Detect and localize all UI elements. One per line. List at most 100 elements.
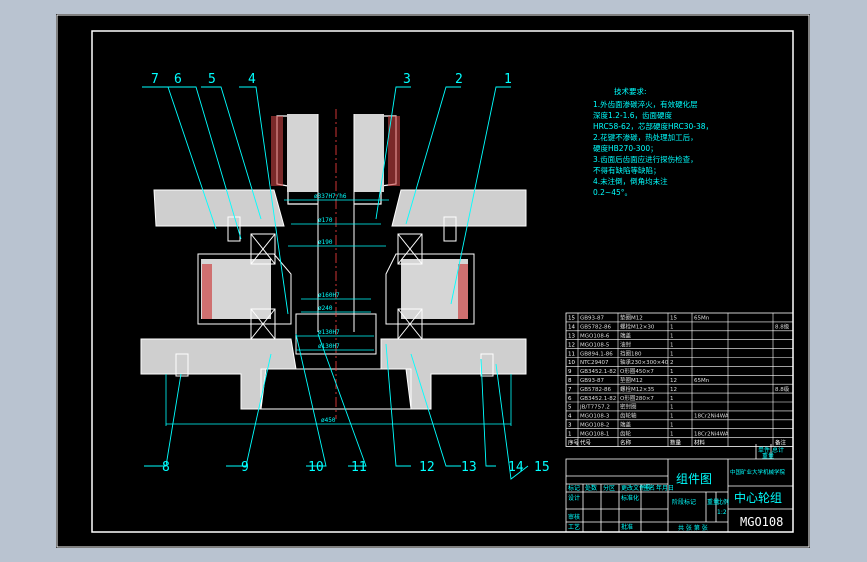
- bom-cell-no: 6: [568, 396, 572, 402]
- bom-cell-qty: 12: [670, 378, 677, 384]
- bom-cell-name: 端盖: [620, 332, 632, 340]
- bom-cell-name: 齿轮轴: [620, 412, 637, 420]
- dim-label: ø160H7: [318, 292, 340, 299]
- bom-cell-code: GB93-87: [580, 378, 605, 384]
- tech-title: 技术要求:: [614, 86, 647, 96]
- bom-cell-name: 油封: [620, 340, 632, 348]
- bom-cell-qty: 1: [670, 342, 674, 348]
- bom-cell-code: GB93-87: [580, 316, 605, 322]
- bom-header-cell: 序号: [568, 438, 580, 446]
- bom-cell-code: GB5782-86: [580, 387, 612, 393]
- tech-line: 硬度HB270-300；: [593, 143, 658, 153]
- bom-cell-name: O形圈450×7: [620, 367, 654, 375]
- bom-cell-mat: 18Cr2Ni4WA: [694, 431, 729, 437]
- tb-process: 工艺: [568, 523, 580, 531]
- tb-scale-label: 比例: [717, 498, 729, 506]
- callout-12: 12: [419, 460, 435, 475]
- bom-cell-name: 轴承230×300×40: [620, 358, 669, 366]
- tb-part-name: 中心轮组: [734, 490, 782, 505]
- cad-canvas: ø337H7/h6 ø170 ø190 ø160H7 ø240 ø130H7 ø…: [56, 14, 810, 548]
- dim-label: ø190: [318, 239, 333, 246]
- bom-cell-no: 8: [568, 378, 572, 384]
- bom-cell-no: 11: [568, 351, 575, 357]
- bom-cell-qty: 2: [670, 360, 674, 366]
- tech-line: HRC58-62，芯部硬度HRC30-38，: [593, 121, 713, 131]
- bom-cell-code: MGO108-1: [580, 431, 609, 437]
- tb-review: 审核: [568, 513, 580, 521]
- callout-10: 10: [308, 460, 324, 475]
- tech-line: 1.外齿面渗碳淬火，有效硬化层: [593, 99, 698, 109]
- bom-cell-name: 齿轮: [620, 429, 632, 437]
- tb-assembly-title: 组件图: [676, 472, 712, 486]
- bom-cell-qty: 15: [670, 316, 677, 322]
- bom-cell-qty: 1: [670, 431, 674, 437]
- dim-label: ø170: [318, 217, 333, 224]
- bom-cell-qty: 1: [670, 423, 674, 429]
- dim-label: ø450: [321, 417, 336, 424]
- bom-cell-code: GB3452.1-82: [580, 369, 616, 375]
- bom-cell-code: JB/T7757.2: [579, 405, 610, 411]
- bom-cell-no: 5: [568, 405, 572, 411]
- bom-cell-code: MGO108-3: [580, 414, 610, 420]
- tb-stage: 阶段标记: [672, 498, 696, 506]
- bom-cell-qty: 1: [670, 414, 674, 420]
- tb-weight-label: 重量: [762, 452, 774, 460]
- callout-4: 4: [248, 72, 256, 87]
- tb-standard: 标准化: [621, 494, 639, 502]
- callout-2: 2: [455, 72, 463, 87]
- bom-cell-code: GB5782-86: [580, 325, 612, 331]
- bom-header-cell: 材料: [694, 438, 706, 446]
- tb-date: 年月日: [656, 484, 674, 492]
- bom-cell-note: 8.8级: [775, 385, 790, 393]
- bom-cell-note: 8.8级: [775, 323, 790, 331]
- bom-cell-mat: 18Cr2Ni4WA: [694, 414, 729, 420]
- tb-approve: 批准: [621, 523, 633, 531]
- tb-school: 中国矿业大学机械学院: [730, 468, 786, 476]
- bom-cell-code: MGO108-5: [580, 342, 610, 348]
- tech-line: 不得有缺陷等缺陷；: [593, 165, 661, 175]
- bom-cell-code: NTC29407: [580, 360, 609, 366]
- bom-cell-code: GB3452.1-82: [580, 396, 616, 402]
- tech-line: 3.齿面后齿面应进行探伤检查，: [593, 154, 698, 164]
- bom-cell-code: MGO108-2: [580, 423, 609, 429]
- callout-11: 11: [351, 460, 367, 475]
- tech-requirements: 技术要求: 1.外齿面渗碳淬火，有效硬化层 深度1.2-1.6，齿面硬度 HRC…: [593, 86, 713, 197]
- bom-cell-name: 螺栓M12×35: [620, 385, 655, 393]
- bom-cell-no: 4: [568, 414, 572, 420]
- bom-cell-name: 螺栓M12×30: [620, 323, 655, 331]
- bom-cell-qty: 1: [670, 351, 674, 357]
- callout-8: 8: [162, 460, 170, 475]
- tech-line: 0.2~45°。: [593, 188, 632, 197]
- tb-design: 设计: [568, 494, 580, 502]
- bom-cell-qty: 1: [670, 369, 674, 375]
- drawing-svg: ø337H7/h6 ø170 ø190 ø160H7 ø240 ø130H7 ø…: [56, 14, 810, 548]
- bom-cell-no: 12: [568, 342, 575, 348]
- callout-15: 15: [534, 460, 550, 475]
- callout-3: 3: [403, 72, 411, 87]
- dim-label: ø240: [318, 305, 333, 312]
- bom-cell-mat: 65Mn: [694, 316, 710, 322]
- bom-cell-no: 15: [568, 316, 575, 322]
- callout-13: 13: [461, 460, 477, 475]
- dim-label: ø130H7: [318, 329, 340, 336]
- tech-line: 2.花键不渗碳，热处理加工后，: [593, 132, 698, 142]
- bom-cell-code: MGO108-6: [580, 334, 610, 340]
- bom-cell-no: 14: [568, 325, 575, 331]
- callout-7: 7: [151, 72, 159, 87]
- bom-cell-no: 3: [568, 423, 572, 429]
- bom-cell-name: 挡圈180: [620, 349, 642, 357]
- tech-line: 4.未注倒，倒角均未注: [593, 176, 668, 186]
- bom-cell-name: O形圈280×7: [620, 394, 654, 402]
- tb-sheets: 共 张 第 张: [678, 524, 708, 532]
- bom-cell-name: 垫圈M12: [620, 376, 643, 384]
- tb-zone: 分区: [603, 484, 615, 492]
- bom-cell-qty: 1: [670, 334, 674, 340]
- bom-cell-code: GB894.1-86: [580, 351, 613, 357]
- callout-5: 5: [208, 72, 216, 87]
- bom-cell-qty: 1: [670, 405, 674, 411]
- bom-cell-qty: 1: [670, 396, 674, 402]
- callout-9: 9: [241, 460, 249, 475]
- tb-count: 处数: [585, 484, 597, 492]
- tb-scale: 1:2: [717, 509, 727, 516]
- bom-cell-name: 密封圈: [620, 403, 637, 411]
